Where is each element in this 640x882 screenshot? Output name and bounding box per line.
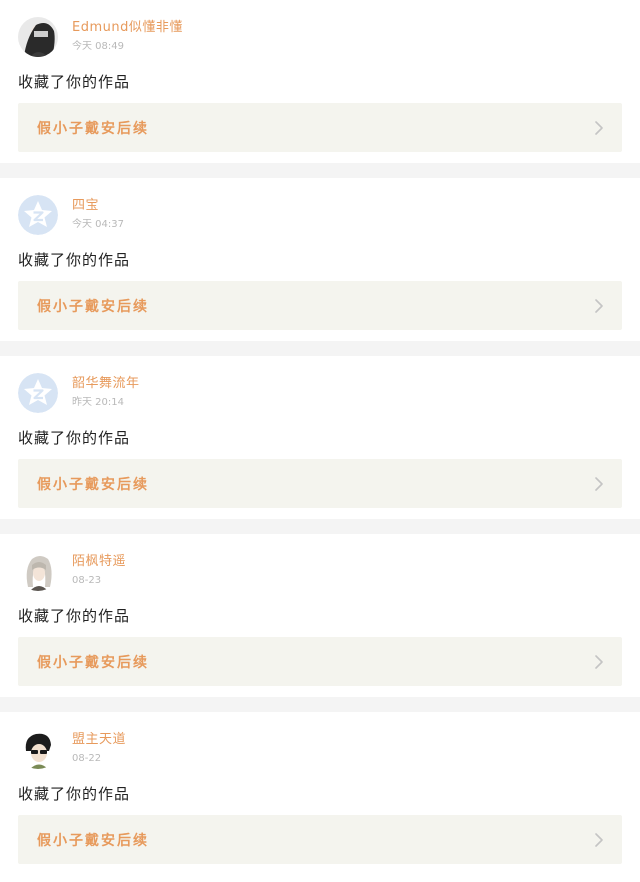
username[interactable]: 陌枫特遥 [72,554,126,570]
action-text: 收藏了你的作品 [18,607,131,625]
action-text: 收藏了你的作品 [18,251,131,269]
action-text: 收藏了你的作品 [18,429,131,447]
work-title: 假小子戴安后续 [37,832,149,849]
action-text: 收藏了你的作品 [18,73,131,91]
notification-header: Edmund似懂非懂 今天 08:49 [18,17,183,57]
chevron-right-icon [595,476,603,491]
username[interactable]: 四宝 [72,198,124,214]
work-link[interactable]: 假小子戴安后续 [18,459,622,508]
user-photo-icon [18,17,58,57]
action-text: 收藏了你的作品 [18,785,131,803]
qq-default-star-icon [18,195,58,235]
notification-card: 盟主天道 08-22 收藏了你的作品 假小子戴安后续 [0,712,640,882]
notification-header: 韶华舞流年 昨天 20:14 [18,373,140,413]
qq-default-star-icon [18,373,58,413]
work-title: 假小子戴安后续 [37,120,149,137]
notification-card: 韶华舞流年 昨天 20:14 收藏了你的作品 假小子戴安后续 [0,356,640,519]
avatar[interactable] [18,729,58,769]
work-link[interactable]: 假小子戴安后续 [18,103,622,152]
timestamp: 今天 08:49 [72,41,124,52]
avatar[interactable] [18,551,58,591]
notification-header: 陌枫特遥 08-23 [18,551,126,591]
username[interactable]: Edmund似懂非懂 [72,20,183,36]
notification-feed: Edmund似懂非懂 今天 08:49 收藏了你的作品 假小子戴安后续 四宝 今… [0,0,640,882]
timestamp: 昨天 20:14 [72,397,124,408]
work-link[interactable]: 假小子戴安后续 [18,637,622,686]
work-title: 假小子戴安后续 [37,654,149,671]
avatar[interactable] [18,195,58,235]
avatar[interactable] [18,373,58,413]
notification-card: 四宝 今天 04:37 收藏了你的作品 假小子戴安后续 [0,178,640,341]
notification-header: 盟主天道 08-22 [18,729,126,769]
chevron-right-icon [595,654,603,669]
anime-silver-hair-avatar-icon [18,551,58,591]
notification-card: 陌枫特遥 08-23 收藏了你的作品 假小子戴安后续 [0,534,640,697]
notification-card: Edmund似懂非懂 今天 08:49 收藏了你的作品 假小子戴安后续 [0,0,640,163]
timestamp: 08-23 [72,575,102,586]
work-title: 假小子戴安后续 [37,476,149,493]
work-title: 假小子戴安后续 [37,298,149,315]
chevron-right-icon [595,832,603,847]
work-link[interactable]: 假小子戴安后续 [18,281,622,330]
notification-header: 四宝 今天 04:37 [18,195,124,235]
username[interactable]: 韶华舞流年 [72,376,140,392]
chevron-right-icon [595,298,603,313]
username[interactable]: 盟主天道 [72,732,126,748]
timestamp: 08-22 [72,753,102,764]
avatar[interactable] [18,17,58,57]
chevron-right-icon [595,120,603,135]
timestamp: 今天 04:37 [72,219,124,230]
anime-dark-hair-glasses-avatar-icon [18,729,58,769]
work-link[interactable]: 假小子戴安后续 [18,815,622,864]
